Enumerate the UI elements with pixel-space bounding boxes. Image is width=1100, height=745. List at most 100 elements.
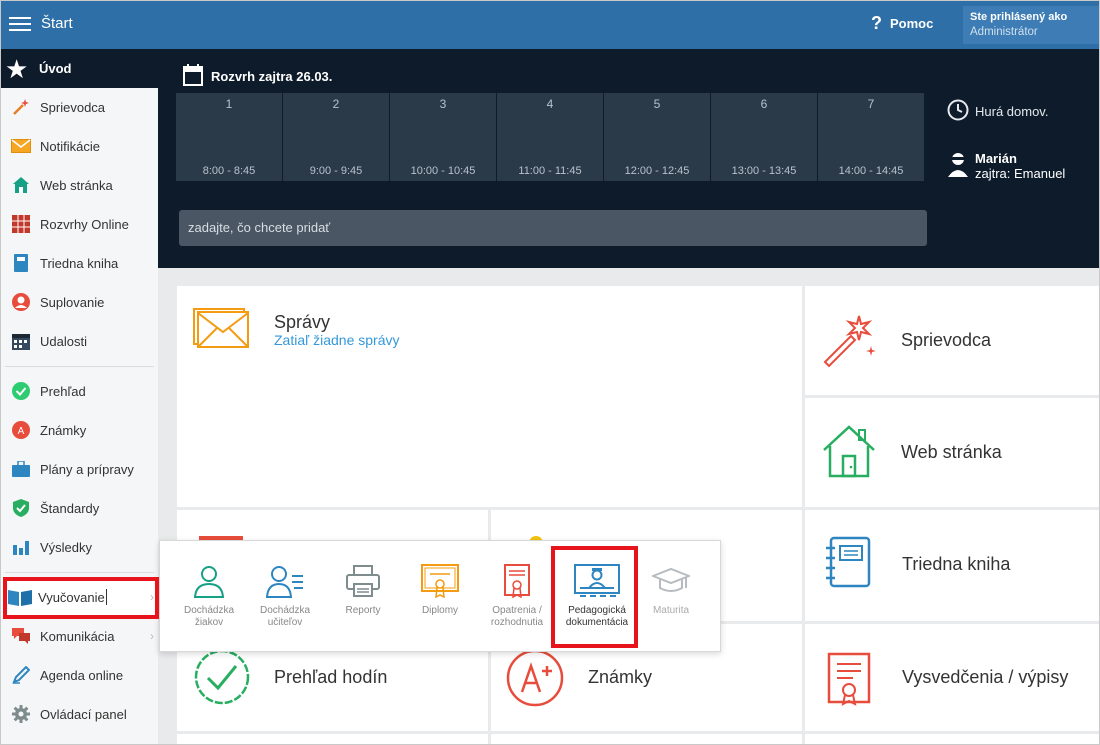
slot-time: 10:00 - 10:45	[410, 165, 476, 177]
slot-time: 13:00 - 13:45	[731, 165, 797, 177]
open-book-icon	[8, 587, 32, 607]
slot-number: 6	[760, 97, 768, 111]
schedule-slot[interactable]: 1 8:00 - 8:45	[176, 93, 282, 181]
text-cursor	[105, 589, 107, 605]
sidebar-item-prehlad[interactable]: Prehľad	[1, 372, 158, 410]
teacher-list-icon	[266, 563, 304, 599]
tile-bottom[interactable]	[805, 734, 1099, 744]
envelope-icon	[11, 136, 31, 156]
submenu-popup: Dochádzka žiakov Dochádzka učiteľov Repo…	[159, 540, 721, 652]
grade-icon: A	[11, 420, 31, 440]
grade-icon	[505, 648, 565, 711]
document-seal-icon	[504, 563, 530, 599]
certificate-icon	[827, 652, 873, 709]
person-name: Marián	[975, 151, 1017, 166]
schedule-slot[interactable]: 7 14:00 - 14:45	[818, 93, 924, 181]
tile-triedna-kniha[interactable]: Triedna kniha	[805, 510, 1099, 621]
tile-title: Známky	[588, 667, 653, 687]
person-info: Marián zajtra: Emanuel	[947, 151, 1065, 181]
slot-number: 1	[225, 97, 233, 111]
menu-item-label: Dochádzka žiakov	[183, 605, 235, 628]
help-label: Pomoc	[890, 15, 934, 31]
graduation-cap-icon	[652, 563, 690, 599]
sidebar-item-udalosti[interactable]: Udalosti	[1, 322, 158, 360]
sidebar-item-standardy[interactable]: Štandardy	[1, 489, 158, 527]
menu-item-reporty[interactable]: Reporty	[326, 541, 400, 651]
schedule-title: Rozvrh zajtra 26.03.	[183, 64, 332, 89]
sidebar-item-vysledky[interactable]: Výsledky	[1, 528, 158, 566]
slot-number: 5	[653, 97, 661, 111]
slot-number: 3	[439, 97, 447, 111]
schedule-slot[interactable]: 5 12:00 - 12:45	[604, 93, 710, 181]
magic-wand-icon	[11, 97, 31, 117]
tile-bottom[interactable]	[491, 734, 802, 744]
menu-icon[interactable]	[9, 13, 31, 35]
sidebar-item-label: Komunikácia	[40, 628, 115, 644]
schedule-slot[interactable]: 2 9:00 - 9:45	[283, 93, 389, 181]
tile-subtitle[interactable]: Zatiaľ žiadne správy	[274, 332, 399, 348]
tile-title: Sprievodca	[901, 330, 992, 350]
sidebar-divider	[5, 572, 154, 573]
tile-sprievodca[interactable]: Sprievodca	[805, 286, 1099, 395]
person-note: zajtra: Emanuel	[975, 166, 1066, 181]
sidebar-item-web-stranka[interactable]: Web stránka	[1, 166, 158, 204]
help-button[interactable]: ? Pomoc	[871, 14, 934, 32]
sidebar-item-label: Plány a prípravy	[40, 461, 134, 477]
sidebar-item-ovladaci-panel[interactable]: Ovládací panel	[1, 695, 158, 733]
sidebar-item-rozvrhy-online[interactable]: Rozvrhy Online	[1, 205, 158, 243]
sidebar-item-label: Vyučovanie	[38, 589, 105, 605]
chevron-right-icon: ›	[150, 629, 154, 643]
schedule-slot[interactable]: 6 13:00 - 13:45	[711, 93, 817, 181]
sidebar-item-sprievodca[interactable]: Sprievodca	[1, 88, 158, 126]
menu-item-maturita[interactable]: Maturita	[634, 541, 708, 651]
tile-vysvedcenia[interactable]: Vysvedčenia / výpisy	[805, 624, 1099, 731]
check-circle-icon	[11, 381, 31, 401]
go-home-text: Hurá domov.	[975, 104, 1049, 119]
tile-bottom[interactable]	[177, 734, 488, 744]
menu-item-diplomy[interactable]: Diplomy	[403, 541, 477, 651]
schedule-slot[interactable]: 4 11:00 - 11:45	[497, 93, 603, 181]
sidebar-item-label: Ovládací panel	[40, 706, 127, 722]
tile-title: Web stránka	[901, 442, 1002, 462]
tile-title: Prehľad hodín	[274, 667, 388, 687]
slot-time: 8:00 - 8:45	[202, 165, 256, 177]
user-box[interactable]: Ste prihlásený ako Administrátor	[963, 6, 1099, 44]
add-input[interactable]: zadajte, čo chcete pridať	[179, 210, 927, 246]
schedule-slot[interactable]: 3 10:00 - 10:45	[390, 93, 496, 181]
sidebar-item-label: Výsledky	[40, 539, 93, 555]
sidebar-item-label: Štandardy	[40, 500, 100, 516]
slot-time: 14:00 - 14:45	[838, 165, 904, 177]
sidebar-item-vyucovanie[interactable]: Vyučovanie ›	[1, 578, 158, 616]
slot-time: 12:00 - 12:45	[624, 165, 690, 177]
sidebar-item-suplovanie[interactable]: Suplovanie	[1, 283, 158, 321]
user-circle-icon	[11, 292, 31, 312]
slot-number: 2	[332, 97, 340, 111]
sidebar-item-znamky[interactable]: A Známky	[1, 411, 158, 449]
menu-item-label: Dochádzka učiteľov	[259, 605, 311, 628]
house-icon	[821, 424, 877, 481]
tile-web-stranka[interactable]: Web stránka	[805, 398, 1099, 507]
star-icon: ★	[5, 53, 29, 84]
pen-icon	[11, 665, 31, 685]
menu-item-dochadzka-ziakov[interactable]: Dochádzka žiakov	[172, 541, 246, 651]
sidebar: ★ Úvod Sprievodca Notifikácie Web stránk…	[1, 49, 158, 744]
slot-time: 9:00 - 9:45	[309, 165, 363, 177]
sidebar-item-notifikacie[interactable]: Notifikácie	[1, 127, 158, 165]
menu-item-dochadzka-ucitelov[interactable]: Dochádzka učiteľov	[248, 541, 322, 651]
sidebar-item-plany[interactable]: Plány a prípravy	[1, 450, 158, 488]
menu-item-label: Opatrenia / rozhodnutia	[490, 605, 544, 628]
shield-check-icon	[11, 498, 31, 518]
bar-chart-icon	[11, 537, 31, 557]
slot-number: 7	[867, 97, 875, 111]
sidebar-item-triedna-kniha[interactable]: Triedna kniha	[1, 244, 158, 282]
sidebar-item-komunikacia[interactable]: Komunikácia ›	[1, 617, 158, 655]
tile-spravy[interactable]: Správy Zatiaľ žiadne správy	[177, 286, 802, 507]
go-home-info: Hurá domov.	[947, 99, 1048, 124]
sidebar-item-home[interactable]: ★ Úvod	[1, 49, 158, 88]
sidebar-item-agenda[interactable]: Agenda online	[1, 656, 158, 694]
menu-item-pedagogicka-dokumentacia[interactable]: Pedagogická dokumentácia	[557, 541, 637, 651]
envelope-icon	[193, 308, 249, 351]
sidebar-item-label: Úvod	[39, 61, 72, 76]
chat-icon	[11, 626, 31, 646]
menu-item-opatrenia[interactable]: Opatrenia / rozhodnutia	[480, 541, 554, 651]
